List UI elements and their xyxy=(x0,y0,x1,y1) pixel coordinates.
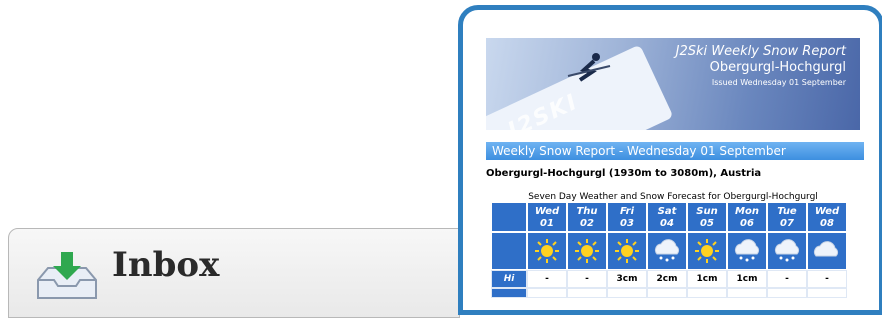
sun-icon xyxy=(695,239,719,263)
hi-label: Hi xyxy=(491,270,527,288)
forecast-table: Wed 01 Thu 02 Fri 03 Sat 04 Sun 05 Mon 06 Tue 0… xyxy=(491,202,847,298)
hi-value: - xyxy=(807,270,847,288)
resort-line: Obergurgl-Hochgurgl (1930m to 3080m), Au… xyxy=(486,168,762,179)
forecast-title: Seven Day Weather and Snow Forecast for … xyxy=(528,192,818,202)
hi-value: - xyxy=(527,270,567,288)
skier-icon xyxy=(567,53,611,82)
sun-icon xyxy=(615,239,639,263)
hi-value: 1cm xyxy=(727,270,767,288)
snow-cloud-icon xyxy=(654,239,680,262)
corner-cell xyxy=(491,202,527,232)
day-cell: Fri 03 xyxy=(607,202,647,232)
banner-title: J2Ski Weekly Snow Report xyxy=(675,44,846,59)
sun-icon xyxy=(575,239,599,263)
snow-cloud-icon xyxy=(734,239,760,262)
sun-icon xyxy=(535,239,559,263)
next-row xyxy=(491,288,847,298)
hi-row: Hi - - 3cm 2cm 1cm 1cm - - xyxy=(491,270,847,288)
banner-resort: Obergurgl-Hochgurgl xyxy=(709,60,846,75)
hi-value: - xyxy=(567,270,607,288)
report-heading: Weekly Snow Report - Wednesday 01 Septem… xyxy=(486,142,864,160)
hi-value: 1cm xyxy=(687,270,727,288)
inbox-download-icon xyxy=(37,252,97,299)
inbox-label: Inbox xyxy=(112,245,220,285)
day-cell: Wed 01 xyxy=(527,202,567,232)
day-cell: Wed 08 xyxy=(807,202,847,232)
hi-value: 3cm xyxy=(607,270,647,288)
banner-issued: Issued Wednesday 01 September xyxy=(711,78,846,87)
hi-value: - xyxy=(767,270,807,288)
corner-cell xyxy=(491,232,527,270)
day-cell: Tue 07 xyxy=(767,202,807,232)
hi-value: 2cm xyxy=(647,270,687,288)
day-cell: Sun 05 xyxy=(687,202,727,232)
day-cell: Mon 06 xyxy=(727,202,767,232)
snow-cloud-icon xyxy=(774,239,800,262)
day-cell: Thu 02 xyxy=(567,202,607,232)
day-row: Wed 01 Thu 02 Fri 03 Sat 04 Sun 05 Mon 06 Tue 0… xyxy=(491,202,847,232)
icon-row xyxy=(491,232,847,270)
snow-report-banner: J2SKI J2Ski Weekly Snow Report Obergurgl… xyxy=(486,38,860,130)
day-cell: Sat 04 xyxy=(647,202,687,232)
cloud-icon xyxy=(813,241,839,257)
